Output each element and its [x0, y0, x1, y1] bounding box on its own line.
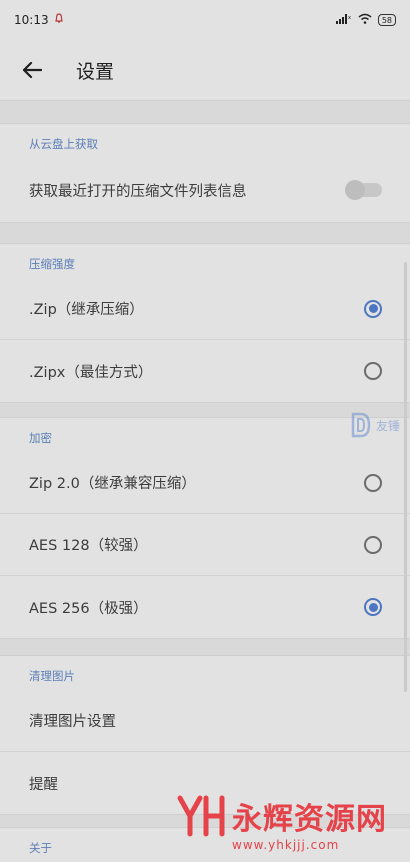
watermark-url: www.yhkjjj.com — [232, 838, 340, 852]
recent-files-toggle-row[interactable]: 获取最近打开的压缩文件列表信息 — [0, 158, 410, 222]
section-header-compression: 压缩强度 — [29, 257, 75, 271]
section-compression: 压缩强度 .Zip（继承压缩） .Zipx（最佳方式） — [0, 244, 410, 402]
section-divider — [0, 402, 410, 418]
section-divider — [0, 100, 410, 124]
radio-button[interactable] — [364, 598, 382, 616]
option-label: AES 128（较强） — [29, 538, 148, 554]
recent-files-toggle[interactable] — [345, 180, 382, 200]
wifi-icon — [358, 13, 372, 27]
section-header-encryption: 加密 — [29, 431, 52, 445]
cleanup-settings-item[interactable]: 清理图片设置 — [0, 690, 410, 752]
section-header-cleanup: 清理图片 — [29, 669, 75, 683]
option-label: .Zipx（最佳方式） — [29, 364, 153, 381]
watermark: 永辉资源网 www.yhkjjj.com — [176, 794, 387, 852]
watermark-logo-icon — [351, 412, 371, 438]
option-label: Zip 2.0（继承兼容压缩） — [29, 476, 196, 492]
page-title: 设置 — [76, 60, 115, 83]
arrow-left-icon — [22, 61, 42, 79]
encryption-option-zip2[interactable]: Zip 2.0（继承兼容压缩） — [0, 452, 410, 514]
section-divider — [0, 222, 410, 244]
radio-button[interactable] — [364, 362, 382, 380]
watermark-small-text: 友锤 — [376, 418, 401, 433]
encryption-option-aes128[interactable]: AES 128（较强） — [0, 514, 410, 576]
section-header-cloud: 从云盘上获取 — [29, 137, 98, 151]
app-bar: 设置 — [0, 40, 410, 100]
svg-text:x: x — [348, 15, 351, 21]
option-label: .Zip（继承压缩） — [29, 302, 144, 318]
radio-button[interactable] — [364, 473, 382, 492]
radio-button[interactable] — [364, 299, 382, 318]
section-encryption: 加密 Zip 2.0（继承兼容压缩） AES 128（较强） AES 256（极… — [0, 418, 410, 638]
encryption-option-aes256[interactable]: AES 256（极强） — [0, 576, 410, 638]
status-bar: 10:13 x 58 — [0, 0, 410, 40]
section-divider — [0, 638, 410, 656]
item-label: 提醒 — [29, 776, 58, 793]
option-label: AES 256（极强） — [29, 600, 148, 617]
settings-list[interactable]: 从云盘上获取 获取最近打开的压缩文件列表信息 压缩强度 .Zip（继承压缩） .… — [0, 100, 410, 862]
watermark-brand-icon — [177, 795, 225, 837]
notification-icon — [54, 13, 63, 27]
status-time: 10:13 — [14, 13, 49, 27]
watermark-brand: 永辉资源网 — [232, 802, 387, 837]
scrollbar[interactable] — [404, 262, 407, 692]
compression-option-zip[interactable]: .Zip（继承压缩） — [0, 278, 410, 340]
battery-icon: 58 — [377, 14, 396, 26]
section-cloud: 从云盘上获取 获取最近打开的压缩文件列表信息 — [0, 124, 410, 222]
recent-files-toggle-label: 获取最近打开的压缩文件列表信息 — [29, 183, 247, 200]
watermark-small: 友锤 — [350, 412, 400, 438]
signal-icon: x — [335, 13, 352, 27]
back-button[interactable] — [18, 56, 46, 84]
radio-button[interactable] — [364, 535, 382, 554]
item-label: 清理图片设置 — [29, 714, 116, 730]
compression-option-zipx[interactable]: .Zipx（最佳方式） — [0, 340, 410, 402]
section-cleanup: 清理图片 清理图片设置 提醒 — [0, 656, 410, 814]
